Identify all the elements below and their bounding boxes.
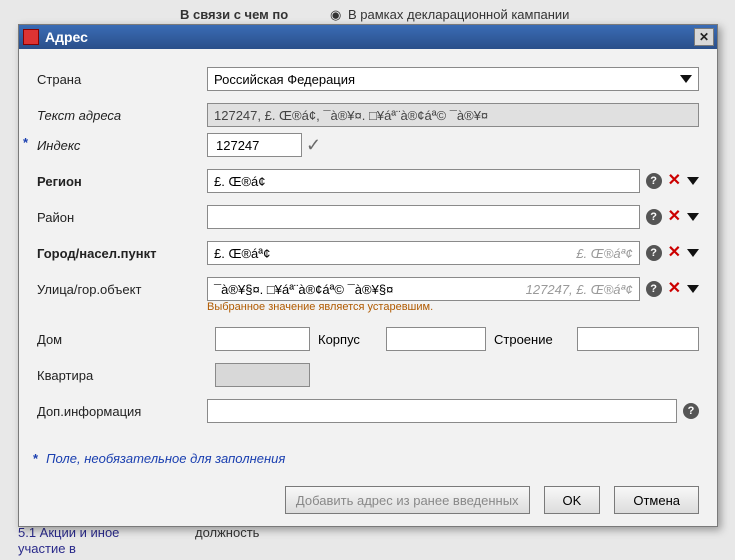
index-input[interactable] <box>207 133 302 157</box>
label-region: Регион <box>37 174 207 189</box>
app-icon <box>23 29 39 45</box>
country-dropdown[interactable]: Российская Федерация <box>207 67 699 91</box>
titlebar: Адрес ✕ <box>19 25 717 49</box>
bg-label: В связи с чем по <box>180 6 288 24</box>
bg-radio: ◉ <box>330 6 341 24</box>
label-address-text: Текст адреса <box>37 108 207 123</box>
city-value: £. Œ®áª¢ <box>214 246 568 261</box>
block-input[interactable] <box>386 327 486 351</box>
cancel-button[interactable]: Отмена <box>614 486 699 514</box>
footnote: *Поле, необязательное для заполнения <box>33 451 699 466</box>
label-flat: Квартира <box>37 368 207 383</box>
clear-icon[interactable]: ✕ <box>668 245 681 261</box>
help-icon[interactable]: ? <box>646 173 662 189</box>
ok-button[interactable]: OK <box>544 486 601 514</box>
add-previous-button[interactable]: Добавить адрес из ранее введенных <box>285 486 530 514</box>
dialog-title: Адрес <box>45 29 694 45</box>
country-value: Российская Федерация <box>214 72 355 87</box>
label-district: Район <box>37 210 207 225</box>
street-hint: 127247, £. Œ®áª¢ <box>526 282 633 297</box>
help-icon[interactable]: ? <box>646 281 662 297</box>
district-combo[interactable] <box>207 205 640 229</box>
stale-warning: Выбранное значение является устаревшим. <box>207 301 699 313</box>
label-extra: Доп.информация <box>37 404 207 419</box>
help-icon[interactable]: ? <box>646 209 662 225</box>
street-value: ¯à®¥§¤. □¥áª¨à®¢áª© ¯à®¥§¤ <box>214 282 518 297</box>
label-city: Город/насел.пункт <box>37 246 207 261</box>
optional-marker: * <box>23 135 28 150</box>
label-building: Строение <box>494 332 569 347</box>
extra-input[interactable] <box>207 399 677 423</box>
region-value: £. Œ®á¢ <box>214 174 266 189</box>
clear-icon[interactable]: ✕ <box>668 209 681 225</box>
region-combo[interactable]: £. Œ®á¢ <box>207 169 640 193</box>
address-text-value: 127247, £. Œ®á¢, ¯à®¥¤. □¥áª¨à®¢áª© ¯à®¥… <box>214 108 488 123</box>
building-input[interactable] <box>577 327 699 351</box>
index-value[interactable] <box>214 137 295 154</box>
label-index: Индекс <box>37 138 207 153</box>
bg-radio-label: В рамках декларационной кампании <box>348 6 569 24</box>
chevron-down-icon[interactable] <box>687 213 699 221</box>
footnote-text: Поле, необязательное для заполнения <box>46 451 285 466</box>
chevron-down-icon <box>680 75 692 83</box>
help-icon[interactable]: ? <box>646 245 662 261</box>
label-block: Корпус <box>318 332 378 347</box>
chevron-down-icon[interactable] <box>687 249 699 257</box>
label-street: Улица/гор.объект <box>37 282 207 297</box>
street-combo[interactable]: ¯à®¥§¤. □¥áª¨à®¢áª© ¯à®¥§¤ 127247, £. Œ®… <box>207 277 640 301</box>
chevron-down-icon[interactable] <box>687 285 699 293</box>
label-house: Дом <box>37 332 207 347</box>
flat-input <box>215 363 310 387</box>
close-button[interactable]: ✕ <box>694 28 714 46</box>
address-text-field: 127247, £. Œ®á¢, ¯à®¥¤. □¥áª¨à®¢áª© ¯à®¥… <box>207 103 699 127</box>
help-icon[interactable]: ? <box>683 403 699 419</box>
bg-nav-2: участие в <box>18 540 76 558</box>
city-hint: £. Œ®áª¢ <box>576 246 632 261</box>
check-icon: ✓ <box>306 135 321 156</box>
address-dialog: Адрес ✕ Страна Российская Федерация Текс… <box>18 24 718 527</box>
city-combo[interactable]: £. Œ®áª¢ £. Œ®áª¢ <box>207 241 640 265</box>
label-country: Страна <box>37 72 207 87</box>
house-input[interactable] <box>215 327 310 351</box>
clear-icon[interactable]: ✕ <box>668 281 681 297</box>
chevron-down-icon[interactable] <box>687 177 699 185</box>
clear-icon[interactable]: ✕ <box>668 173 681 189</box>
